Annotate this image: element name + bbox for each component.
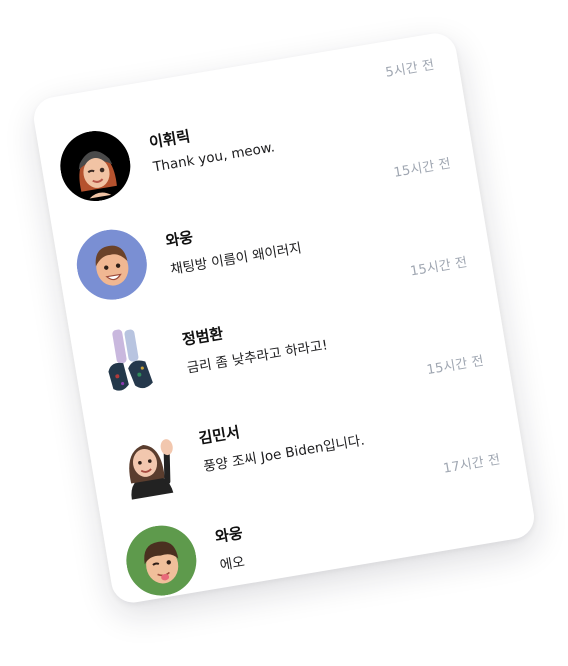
chat-sender-name: 김민서 — [197, 423, 242, 448]
tongue-out-boy-memoji-icon — [121, 520, 202, 601]
chat-last-message: 에오 — [218, 553, 246, 574]
chat-sender-name: 정범환 — [180, 324, 225, 349]
waving-woman-memoji-icon — [104, 417, 188, 506]
chat-time: 5시간 전 — [384, 57, 436, 81]
chat-list-card: 5시간 전 이휘릭 Thank you, meow. 15시간 전 와웅 채팅방… — [30, 30, 538, 606]
chat-sender-name: 와웅 — [164, 228, 195, 251]
legs-boots-memoji-icon — [87, 319, 171, 408]
smiling-boy-memoji-icon — [71, 224, 153, 305]
winking-woman-memoji-icon — [55, 125, 136, 207]
chat-sender-name: 이휘릭 — [147, 127, 192, 152]
chat-sender-name: 와웅 — [213, 523, 244, 547]
chat-preview-stage: 5시간 전 이휘릭 Thank you, meow. 15시간 전 와웅 채팅방… — [0, 0, 568, 666]
